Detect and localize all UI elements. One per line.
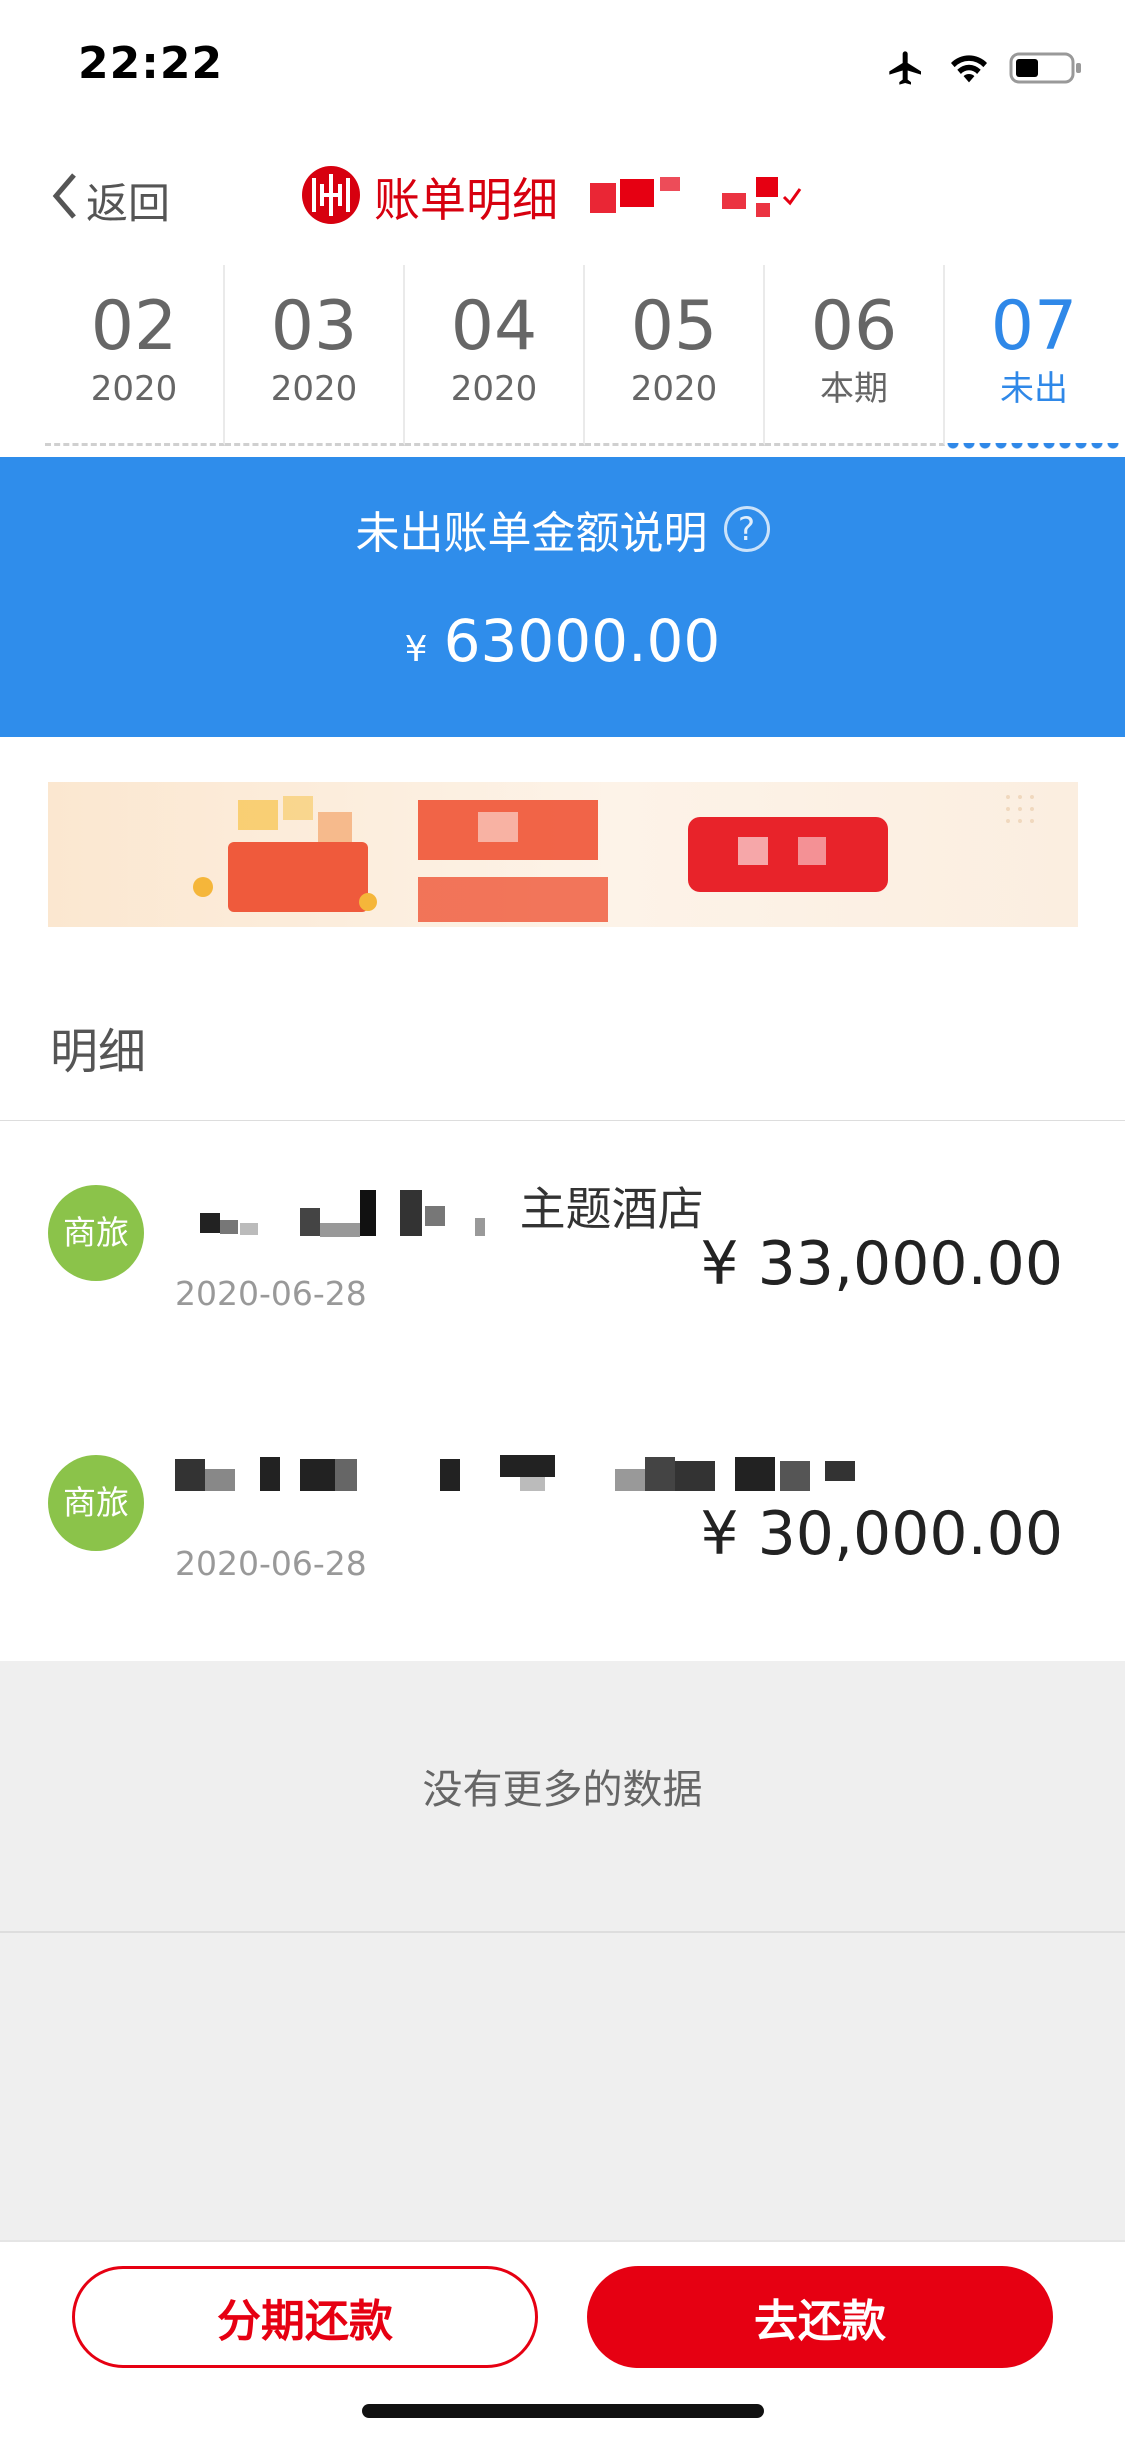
transaction-amount: ¥ 33,000.00 (700, 1229, 1063, 1299)
tab-sub: 未出 (1000, 369, 1068, 409)
tab-month: 02 (90, 287, 178, 366)
category-badge: 商旅 (48, 1455, 144, 1551)
tab-sub: 本期 (820, 369, 888, 409)
promo-banner[interactable] (48, 782, 1078, 927)
back-label: 返回 (86, 179, 171, 228)
status-icons (883, 48, 1083, 92)
redacted-card-info (570, 165, 830, 229)
citic-bank-logo (300, 164, 362, 230)
tab-month: 05 (630, 287, 718, 366)
bottom-action-bar: 分期还款 去还款 (0, 2240, 1125, 2438)
no-more-text: 没有更多的数据 (422, 1767, 703, 1813)
tab-sub: 2020 (270, 369, 358, 409)
category-badge: 商旅 (48, 1185, 144, 1281)
tab-month-05[interactable]: 05 2020 (585, 265, 765, 446)
tab-month-07[interactable]: 07 未出 (945, 265, 1123, 457)
back-button[interactable]: 返回 (50, 170, 170, 231)
tab-sub: 2020 (450, 369, 538, 409)
title-group: 账单明细 (300, 164, 830, 230)
page-title: 账单明细 (374, 173, 558, 227)
redacted-merchant (175, 1182, 520, 1237)
installment-button[interactable]: 分期还款 (72, 2266, 538, 2368)
tab-month: 07 (990, 287, 1078, 366)
battery-icon (1009, 50, 1083, 90)
summary-label: 未出账单金额说明 (355, 508, 708, 559)
section-title: 明细 (50, 1024, 147, 1080)
airplane-icon (883, 48, 929, 92)
summary-label-row[interactable]: 未出账单金额说明 ? (0, 497, 1125, 561)
summary-amount: 63000.00 (443, 607, 721, 675)
tab-month-04[interactable]: 04 2020 (405, 265, 585, 446)
chevron-left-icon (50, 171, 80, 231)
currency-symbol: ¥ (404, 629, 428, 670)
tab-month-02[interactable]: 02 2020 (45, 265, 225, 446)
transaction-amount: ¥ 30,000.00 (700, 1499, 1063, 1569)
transaction-date: 2020-06-28 (175, 1544, 367, 1583)
tab-month: 03 (270, 287, 358, 366)
tab-sub: 2020 (630, 369, 718, 409)
transaction-row[interactable]: 商旅 2020-06-28 ¥ 30,000.00 (0, 1391, 1125, 1663)
tab-month: 06 (810, 287, 898, 366)
tab-month-03[interactable]: 03 2020 (225, 265, 405, 446)
month-tabs: 02 2020 03 2020 04 2020 05 2020 06 本期 07… (0, 265, 1125, 457)
summary-amount-row: ¥63000.00 (0, 607, 1125, 675)
transaction-row[interactable]: 商旅 主题酒店 2020-06-28 ¥ 33,000.00 (0, 1121, 1125, 1393)
transaction-date: 2020-06-28 (175, 1274, 367, 1313)
home-indicator[interactable] (362, 2404, 764, 2418)
repay-button[interactable]: 去还款 (587, 2266, 1053, 2368)
status-bar: 22:22 (0, 0, 1125, 140)
detail-section-header: 明细 (0, 982, 1125, 1122)
tab-month-06[interactable]: 06 本期 (765, 265, 945, 446)
tab-month: 04 (450, 287, 538, 366)
nav-bar: 返回 账单明细 (0, 140, 1125, 265)
help-icon[interactable]: ? (723, 506, 770, 552)
no-more-data: 没有更多的数据 (0, 1661, 1125, 1933)
status-time: 22:22 (78, 38, 224, 89)
tab-sub: 2020 (90, 369, 178, 409)
wifi-icon (947, 50, 991, 90)
merchant-visible-text: 主题酒店 (519, 1182, 704, 1236)
merchant-name: 主题酒店 (175, 1173, 704, 1248)
unbilled-summary: 未出账单金额说明 ? ¥63000.00 (0, 457, 1125, 737)
